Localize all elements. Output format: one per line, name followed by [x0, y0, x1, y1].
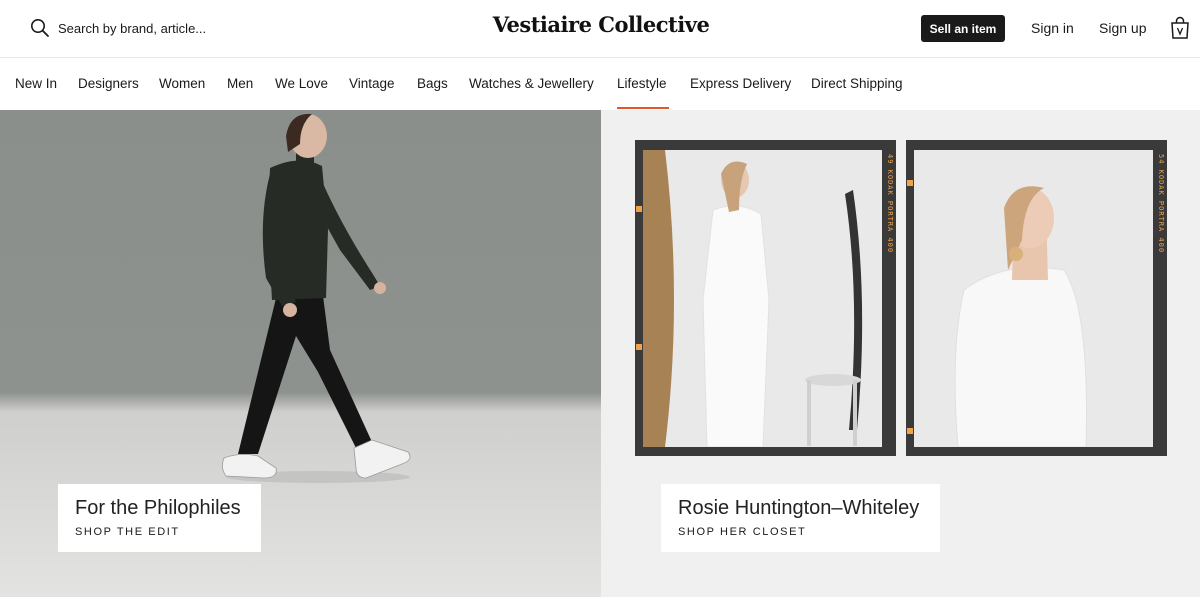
film-marker — [636, 206, 642, 212]
sign-in-link[interactable]: Sign in — [1031, 20, 1074, 36]
film-frame-2: 54 KODAK PORTRA 400 — [906, 140, 1167, 456]
search-bar[interactable] — [30, 14, 298, 42]
model-portrait-image — [954, 186, 1088, 447]
nav-item-vintage[interactable]: Vintage — [349, 76, 395, 91]
nav-item-bags[interactable]: Bags — [417, 76, 448, 91]
sign-up-link[interactable]: Sign up — [1099, 20, 1146, 36]
nav-item-lifestyle[interactable]: Lifestyle — [617, 76, 667, 91]
photo-model-standing — [643, 150, 882, 447]
sell-item-button[interactable]: Sell an item — [921, 15, 1005, 42]
search-input[interactable] — [58, 20, 298, 36]
hero-philophiles[interactable]: For the Philophiles SHOP THE EDIT — [0, 110, 601, 597]
caption-rosie[interactable]: Rosie Huntington–Whiteley SHOP HER CLOSE… — [661, 484, 940, 552]
hero-rosie-closet[interactable]: 49 KODAK PORTRA 400 54 KODAK PORTRA 400 … — [601, 110, 1200, 597]
site-logo[interactable]: Vestiaire Collective — [460, 12, 742, 37]
nav-item-express-delivery[interactable]: Express Delivery — [690, 76, 791, 91]
nav-item-women[interactable]: Women — [159, 76, 205, 91]
site-header: Vestiaire Collective Sell an item Sign i… — [0, 0, 1200, 58]
nav-item-designers[interactable]: Designers — [78, 76, 139, 91]
active-nav-indicator — [617, 107, 669, 109]
nav-item-new-in[interactable]: New In — [15, 76, 57, 91]
film-marker — [907, 428, 913, 434]
shop-the-edit-link[interactable]: SHOP THE EDIT — [75, 526, 244, 538]
nav-item-direct-shipping[interactable]: Direct Shipping — [811, 76, 903, 91]
nav-item-we-love[interactable]: We Love — [275, 76, 328, 91]
caption-philophiles[interactable]: For the Philophiles SHOP THE EDIT — [58, 484, 261, 552]
nav-item-watches-jewellery[interactable]: Watches & Jewellery — [469, 76, 594, 91]
shopping-bag-icon[interactable] — [1170, 16, 1190, 40]
film-marker — [636, 344, 642, 350]
model-standing-image — [643, 150, 863, 447]
film-frame-1: 49 KODAK PORTRA 400 — [635, 140, 896, 456]
film-edge-text: 49 KODAK PORTRA 400 — [886, 154, 894, 254]
film-edge-text: 54 KODAK PORTRA 400 — [1157, 154, 1165, 254]
main-nav: New In Designers Women Men We Love Vinta… — [0, 58, 1200, 110]
nav-item-men[interactable]: Men — [227, 76, 253, 91]
search-icon — [31, 19, 49, 37]
photo-model-portrait — [914, 150, 1153, 447]
caption-title: For the Philophiles — [75, 497, 241, 519]
shop-her-closet-link[interactable]: SHOP HER CLOSET — [678, 526, 923, 538]
caption-title: Rosie Huntington–Whiteley — [678, 497, 920, 519]
film-marker — [907, 180, 913, 186]
